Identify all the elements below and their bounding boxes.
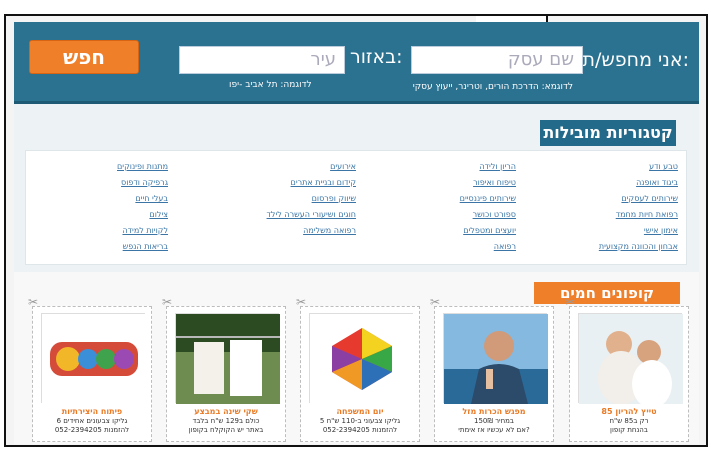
category-link[interactable]: אבחון והכוונה מקצועית [528,239,678,255]
coupon-card[interactable]: ✂ מפגש הכרות מזל במחיר 150₪ אם לא עכשיו … [430,295,554,442]
coupon-body: כולם ב129 ש"ח בלבד באתר יש הקוקלח בקופון [173,417,279,435]
coupon-image [41,313,146,404]
coupon-line: באתר יש הקוקלח בקופון [188,426,264,434]
category-link[interactable]: שירותים פיננסיים [366,191,516,207]
coupon-title: פיתוח היצירתיות [61,407,123,416]
coupon-line: במחיר 150₪ [474,417,514,425]
category-link[interactable]: שיווק ופרסום [206,191,356,207]
area-label: באזור: [350,46,403,68]
search-label: אני מחפש/ת: [582,49,689,71]
coupon-title: יום המשפחה [336,407,384,416]
coupon-card[interactable]: ✂ שקי שינה במבצע כולם ב129 ש"ח בלבד באתר… [162,295,286,442]
category-link[interactable]: ספורט וכושר [366,207,516,223]
category-link[interactable]: הריון ולידה [366,159,516,175]
category-column-1: טבע ודע ביגוד ואופנה שירותים לעסקים רפוא… [528,159,678,255]
category-link[interactable]: רפואה [366,239,516,255]
category-column-3: אירועים קידום ובניית אתרים שיווק ופרסום … [206,159,356,239]
coupon-line: 5 גליקו צבעוני ב-110 ש"ח [319,417,401,425]
category-link[interactable]: בריאות הנפש [18,239,168,255]
category-link[interactable]: אימון אישי [528,223,678,239]
coupon-body: 6 גליקו צבעונים אחידים להזמנות 052-23942… [39,417,145,435]
categories-section: קטגוריות מובילות טבע ודע ביגוד ואופנה שי… [14,104,699,272]
coupon-body: במחיר 150₪ אם לא עכשיו אז אימתי? [441,417,547,435]
coupon-line: כולם ב129 ש"ח בלבד [192,417,260,425]
scissors-icon: ✂ [28,295,39,309]
coupon-card[interactable]: ✂ יום המשפחה 5 גליקו צבעוני ב-110 ש"ח לה… [296,295,420,442]
coupon-image [309,313,414,404]
coupon-line: רק ב85 ש"ח [609,417,649,425]
coupon-title: שקי שינה במבצע [194,407,258,416]
business-input[interactable]: שם עסק [411,46,583,74]
category-link[interactable]: חוגים ושיעורי העשרה לילד [206,207,356,223]
coupon-image [578,313,683,408]
category-link[interactable]: לקויות למידה [18,223,168,239]
city-example: לדוגמה: תל אביב -יפו [229,80,312,90]
business-example: לדוגמא: הדרכת הורים, וטרינר, ייעוץ עסקי [412,82,573,92]
category-link[interactable]: בעלי חיים [18,191,168,207]
coupon-body: רק ב85 ש"ח בהנחת קופון [576,417,682,435]
search-panel: אני מחפש/ת: שם עסק באזור: עיר חפש לדוגמא… [14,22,699,104]
page-frame: אני מחפש/ת: שם עסק באזור: עיר חפש לדוגמא… [4,14,708,447]
scissors-icon: ✂ [162,295,173,309]
category-link[interactable]: ביגוד ואופנה [528,175,678,191]
city-input[interactable]: עיר [179,46,345,74]
coupon-image [175,313,280,404]
coupon-card[interactable]: ✂ פיתוח היצירתיות 6 גליקו צבעונים אחידים… [28,295,152,442]
coupon-card[interactable]: ✂ טייץ להריון 85 רק ב85 ש"ח בהנחת קופון [565,295,689,442]
scissors-icon: ✂ [296,295,307,309]
category-link[interactable]: רפואה משלימה [206,223,356,239]
coupon-title: טייץ להריון 85 [601,407,657,416]
category-link[interactable]: צילום [18,207,168,223]
category-link[interactable]: יועצים ומטפלים [366,223,516,239]
coupon-title: מפגש הכרות מזל [462,407,526,416]
category-link[interactable]: מתנות ופינוקים [18,159,168,175]
coupon-line: להזמנות 052-2394205 [322,426,398,434]
search-button[interactable]: חפש [29,40,139,74]
category-link[interactable]: טבע ודע [528,159,678,175]
scissors-icon: ✂ [565,295,576,309]
coupon-line: אם לא עכשיו אז אימתי? [458,426,530,434]
category-link[interactable]: אירועים [206,159,356,175]
hot-coupons-heading: קופונים חמים [534,282,680,304]
coupon-line: 6 גליקו צבעונים אחידים [56,417,128,425]
category-link[interactable]: טיפוח ואיפור [366,175,516,191]
category-column-2: הריון ולידה טיפוח ואיפור שירותים פיננסיי… [366,159,516,255]
category-link[interactable]: רפואת חיות מחמד [528,207,678,223]
category-link[interactable]: קידום ובניית אתרים [206,175,356,191]
categories-heading: קטגוריות מובילות [540,120,676,146]
category-link[interactable]: גרפיקה ודפוס [18,175,168,191]
coupon-body: 5 גליקו צבעוני ב-110 ש"ח להזמנות 052-239… [307,417,413,435]
coupons-section: קופונים חמים ✂ טייץ להריון 85 רק ב85 ש"ח… [14,272,699,444]
coupon-line: להזמנות 052-2394205 [54,426,130,434]
categories-box: טבע ודע ביגוד ואופנה שירותים לעסקים רפוא… [25,150,687,265]
coupon-image [443,313,548,404]
category-link[interactable]: שירותים לעסקים [528,191,678,207]
category-column-4: מתנות ופינוקים גרפיקה ודפוס בעלי חיים צי… [18,159,168,255]
coupon-line: בהנחת קופון [610,426,648,434]
scissors-icon: ✂ [430,295,441,309]
